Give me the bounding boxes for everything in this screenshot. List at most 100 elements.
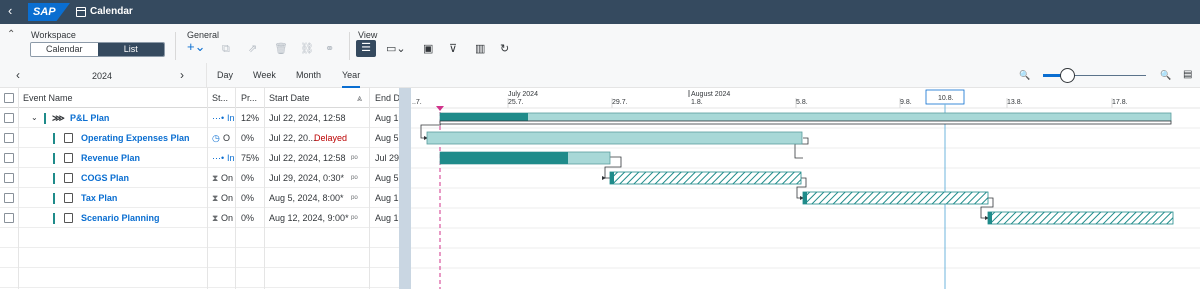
timeline-navigation: ‹ 2024 › Day Week Month Year 🔍 🔍 ▤	[0, 63, 1200, 88]
row-checkbox[interactable]	[4, 133, 14, 143]
row-color-indicator	[53, 133, 55, 144]
start-date: Jul 22, 2024, 12:58	[269, 113, 346, 123]
in-progress-icon: ⋯•	[212, 153, 225, 163]
refresh-icon[interactable]: ↻	[500, 43, 509, 55]
tab-day[interactable]: Day	[217, 70, 233, 80]
day-tick: 13.8.	[1007, 99, 1023, 106]
tab-year[interactable]: Year	[342, 70, 361, 88]
table-row[interactable]: Operating Expenses Plan ◷ O 0% Jul 22, 2…	[0, 128, 401, 148]
next-year-icon[interactable]: ›	[180, 68, 184, 82]
task-bar-cogs[interactable]	[609, 171, 802, 185]
table-row[interactable]: COGS Plan ⧗ On 0% Jul 29, 2024, 0:30* ᵖᵒ…	[0, 168, 401, 188]
task-bar-pl-plan[interactable]	[439, 112, 1172, 125]
workspace-toggle: Calendar List	[30, 42, 165, 57]
status-text: In	[227, 113, 235, 123]
workspace-calendar-button[interactable]: Calendar	[31, 43, 98, 56]
event-name[interactable]: COGS Plan	[81, 168, 129, 188]
month-label-august: August 2024	[691, 91, 730, 98]
day-tick: 17.8.	[1112, 99, 1128, 106]
progress-value: 0%	[241, 133, 255, 143]
empty-row	[0, 248, 399, 268]
select-all-checkbox[interactable]	[4, 93, 14, 103]
task-bar-revenue[interactable]	[439, 151, 611, 165]
unlink-icon[interactable]: ⚭	[325, 43, 334, 55]
splitter-bar[interactable]	[399, 88, 411, 289]
arrowhead	[602, 176, 606, 180]
row-checkbox[interactable]	[4, 153, 14, 163]
row-checkbox[interactable]	[4, 113, 14, 123]
task-bar-scenario-planning[interactable]	[987, 211, 1174, 225]
collapse-row-icon[interactable]: ⌄	[31, 108, 38, 128]
summary-task-icon: ⋙	[52, 113, 65, 123]
progress-value: 0%	[241, 193, 255, 203]
year-label: 2024	[92, 71, 113, 81]
link-icon[interactable]: ᵖᵒ	[351, 208, 358, 228]
gantt-canvas: July 2024 August 2024 ..7. 25.7. 29.7. 1…	[411, 89, 1200, 289]
tab-month[interactable]: Month	[296, 70, 321, 80]
delete-icon[interactable]: 🗑	[274, 43, 288, 55]
table-settings-icon[interactable]: ▤	[1183, 69, 1192, 80]
day-tick: 1.8.	[691, 99, 703, 106]
display-options-icon[interactable]: ▭⌄	[386, 43, 406, 55]
column-progress[interactable]: Pr...	[241, 88, 257, 108]
row-checkbox[interactable]	[4, 173, 14, 183]
progress-value: 75%	[241, 153, 260, 163]
event-name[interactable]: Revenue Plan	[81, 148, 140, 168]
end-date: Jul 29,	[375, 153, 402, 163]
in-progress-icon: ⋯•	[212, 113, 225, 123]
month-label-july: July 2024	[508, 91, 538, 98]
day-tick: 25.7.	[508, 99, 524, 106]
event-name[interactable]: P&L Plan	[70, 108, 109, 128]
table-row[interactable]: ⌄ ⋙ P&L Plan ⋯• In 12% Jul 22, 2024, 12:…	[0, 108, 404, 128]
add-icon[interactable]: +⌄	[187, 40, 205, 53]
calendar-icon	[76, 7, 86, 17]
divider	[349, 32, 350, 60]
back-icon[interactable]: ‹	[8, 4, 12, 18]
hourglass-icon: ⧗	[212, 213, 219, 223]
columns-icon[interactable]: ▥	[475, 43, 485, 55]
calendar-today-icon[interactable]: ▣	[423, 43, 433, 55]
column-divider	[369, 88, 370, 289]
task-icon	[64, 133, 73, 143]
table-row[interactable]: Scenario Planning ⧗ On 0% Aug 12, 2024, …	[0, 208, 404, 228]
previous-year-icon[interactable]: ‹	[16, 68, 20, 82]
day-tick: ..7.	[412, 99, 422, 106]
zoom-slider-fill	[1043, 74, 1061, 77]
event-name[interactable]: Tax Plan	[81, 188, 117, 208]
tab-week[interactable]: Week	[253, 70, 276, 80]
filter-icon[interactable]: ⊽	[449, 43, 457, 55]
row-checkbox[interactable]	[4, 193, 14, 203]
row-color-indicator	[53, 193, 55, 204]
share-icon[interactable]: ⇗	[248, 43, 257, 55]
column-start-date[interactable]: Start Date	[269, 88, 310, 108]
event-name[interactable]: Scenario Planning	[81, 208, 160, 228]
workspace-list-button[interactable]: List	[97, 43, 164, 56]
empty-row	[0, 228, 399, 248]
gantt-view-icon[interactable]: ☰	[356, 40, 376, 57]
row-color-indicator	[53, 213, 55, 224]
workspace-label: Workspace	[31, 30, 76, 40]
table-row[interactable]: Tax Plan ⧗ On 0% Aug 5, 2024, 8:00* ᵖᵒ A…	[0, 188, 404, 208]
status-text: On	[221, 213, 234, 223]
sort-ascending-icon[interactable]: ⩓	[357, 88, 362, 108]
event-name[interactable]: Operating Expenses Plan	[81, 128, 190, 148]
copy-icon[interactable]: ⧉	[222, 43, 230, 55]
column-status[interactable]: St...	[212, 88, 228, 108]
task-bar-operating-expenses[interactable]	[426, 131, 803, 145]
day-tick: 5.8.	[796, 99, 808, 106]
link-icon[interactable]: ⛓	[300, 43, 314, 55]
link-icon[interactable]: ᵖᵒ	[351, 148, 358, 168]
table-row[interactable]: Revenue Plan ⋯• In 75% Jul 22, 2024, 12:…	[0, 148, 402, 168]
zoom-out-icon[interactable]: 🔍	[1019, 70, 1030, 81]
link-icon[interactable]: ᵖᵒ	[351, 188, 358, 208]
row-color-indicator	[53, 153, 55, 164]
collapse-header-icon[interactable]: ⌃	[7, 29, 15, 40]
zoom-slider-handle[interactable]	[1060, 68, 1075, 83]
link-icon[interactable]: ᵖᵒ	[351, 168, 358, 188]
column-divider	[207, 88, 208, 289]
progress-value: 12%	[241, 113, 260, 123]
task-bar-tax[interactable]	[802, 191, 989, 205]
column-event-name[interactable]: Event Name	[23, 88, 73, 108]
zoom-in-icon[interactable]: 🔍	[1160, 70, 1171, 81]
row-checkbox[interactable]	[4, 213, 14, 223]
